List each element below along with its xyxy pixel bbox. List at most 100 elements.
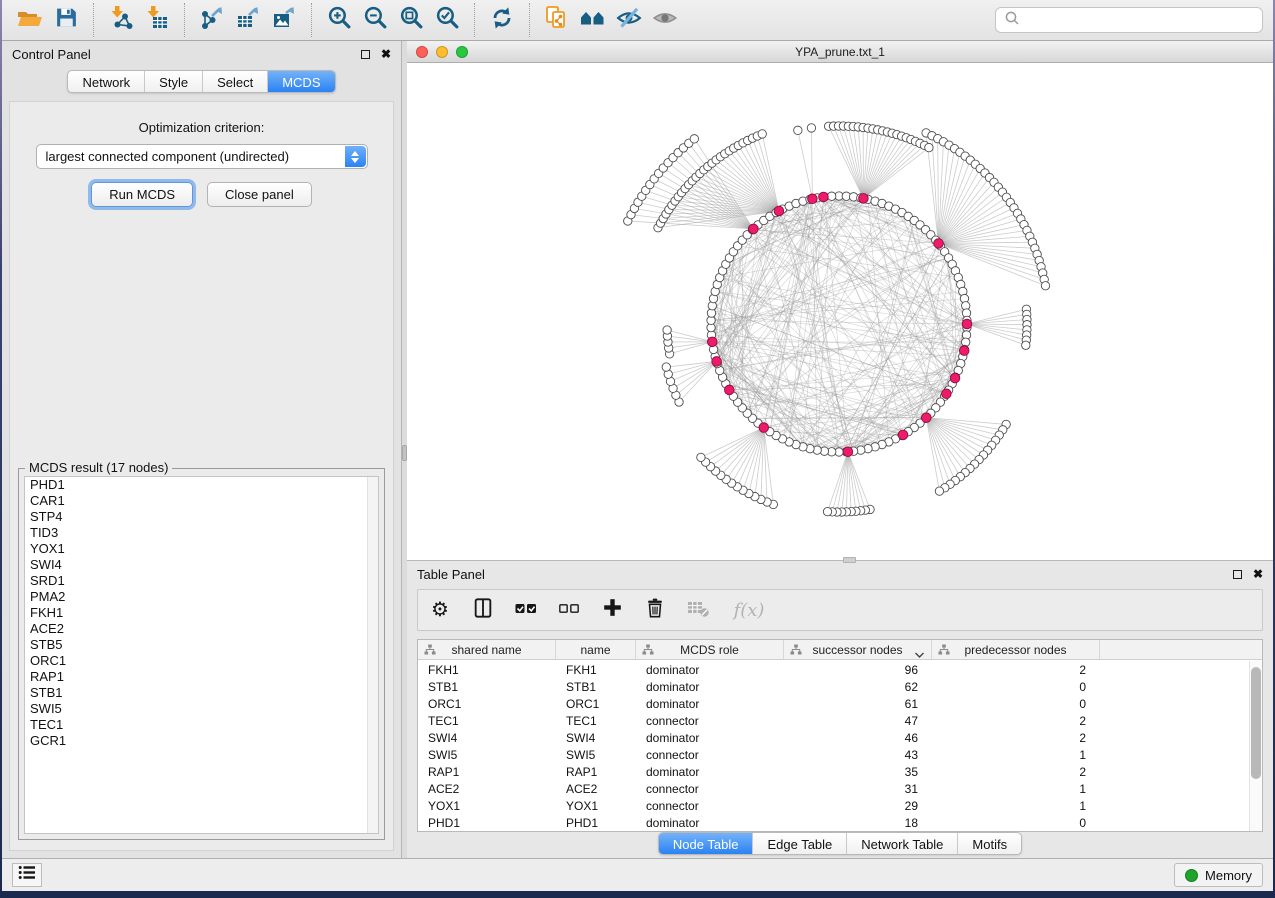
column-header-successor-nodes[interactable]: successor nodes — [784, 640, 932, 659]
table-cell[interactable]: FKH1 — [556, 663, 636, 677]
table-cell[interactable]: 1 — [932, 799, 1100, 813]
table-cell[interactable]: YOX1 — [556, 799, 636, 813]
table-options-button[interactable]: ⚙ — [428, 598, 452, 622]
show-all-button[interactable] — [647, 3, 683, 37]
table-cell[interactable]: dominator — [636, 680, 784, 694]
table-cell[interactable]: RAP1 — [418, 765, 556, 779]
export-image-button[interactable] — [266, 3, 302, 37]
table-cell[interactable]: FKH1 — [418, 663, 556, 677]
table-cell[interactable]: 96 — [784, 663, 932, 677]
criterion-select[interactable]: largest connected component (undirected) — [36, 144, 368, 169]
network-canvas[interactable] — [407, 64, 1273, 560]
search-field[interactable] — [995, 7, 1263, 33]
mcds-node-item[interactable]: PHD1 — [25, 477, 378, 493]
table-cell[interactable]: 46 — [784, 731, 932, 745]
column-header-predecessor-nodes[interactable]: predecessor nodes — [932, 640, 1100, 659]
mcds-node-item[interactable]: RAP1 — [25, 669, 378, 685]
float-panel-icon[interactable] — [1233, 570, 1242, 579]
result-list-scrollbar[interactable] — [367, 477, 378, 833]
table-row[interactable]: STB1STB1dominator620 — [418, 678, 1249, 695]
table-cell[interactable]: 1 — [932, 748, 1100, 762]
tab-motifs[interactable]: Motifs — [957, 833, 1021, 854]
table-cell[interactable]: PHD1 — [556, 816, 636, 830]
show-panels-button[interactable] — [12, 863, 42, 887]
table-cell[interactable]: STB1 — [556, 680, 636, 694]
table-cell[interactable]: PHD1 — [418, 816, 556, 830]
table-cell[interactable]: SWI5 — [418, 748, 556, 762]
mcds-node-item[interactable]: SWI5 — [25, 701, 378, 717]
close-window-icon[interactable] — [416, 46, 428, 58]
tab-select[interactable]: Select — [202, 71, 267, 92]
table-cell[interactable]: 18 — [784, 816, 932, 830]
table-cell[interactable]: ORC1 — [418, 697, 556, 711]
table-cell[interactable]: dominator — [636, 731, 784, 745]
table-cell[interactable]: 29 — [784, 799, 932, 813]
maximize-window-icon[interactable] — [456, 46, 468, 58]
table-cell[interactable]: TEC1 — [418, 714, 556, 728]
table-cell[interactable]: ORC1 — [556, 697, 636, 711]
table-cell[interactable]: connector — [636, 799, 784, 813]
table-row[interactable]: SWI5SWI5connector431 — [418, 746, 1249, 763]
search-input[interactable] — [1026, 13, 1254, 28]
zoom-selected-button[interactable] — [429, 3, 465, 37]
memory-button[interactable]: Memory — [1174, 863, 1263, 887]
close-panel-icon[interactable]: ✖ — [381, 48, 391, 60]
table-row[interactable]: TEC1TEC1connector472 — [418, 712, 1249, 729]
table-cell[interactable]: 2 — [932, 765, 1100, 779]
table-cell[interactable]: 43 — [784, 748, 932, 762]
mcds-node-item[interactable]: STB5 — [25, 637, 378, 653]
tab-mcds[interactable]: MCDS — [267, 71, 334, 92]
table-row[interactable]: PHD1PHD1dominator180 — [418, 814, 1249, 831]
table-cell[interactable]: 0 — [932, 680, 1100, 694]
table-cell[interactable]: 2 — [932, 731, 1100, 745]
table-row[interactable]: ACE2ACE2connector311 — [418, 780, 1249, 797]
table-cell[interactable]: dominator — [636, 663, 784, 677]
table-scrollbar[interactable] — [1249, 661, 1262, 831]
tab-edge-table[interactable]: Edge Table — [752, 833, 846, 854]
import-table-button[interactable] — [139, 3, 175, 37]
scrollbar-thumb[interactable] — [1251, 667, 1261, 779]
table-cell[interactable]: TEC1 — [556, 714, 636, 728]
open-session-button[interactable] — [12, 3, 48, 37]
column-view-button[interactable] — [471, 598, 495, 622]
table-cell[interactable]: 35 — [784, 765, 932, 779]
table-cell[interactable]: ACE2 — [418, 782, 556, 796]
first-neighbors-button[interactable] — [575, 3, 611, 37]
table-cell[interactable]: dominator — [636, 816, 784, 830]
table-cell[interactable]: 31 — [784, 782, 932, 796]
zoom-out-button[interactable] — [357, 3, 393, 37]
hide-selected-button[interactable] — [611, 3, 647, 37]
table-row[interactable]: YOX1YOX1connector291 — [418, 797, 1249, 814]
table-cell[interactable]: 1 — [932, 782, 1100, 796]
table-cell[interactable]: 0 — [932, 697, 1100, 711]
save-session-button[interactable] — [48, 3, 84, 37]
delete-column-button[interactable] — [643, 598, 667, 622]
mcds-node-item[interactable]: YOX1 — [25, 541, 378, 557]
table-cell[interactable]: 61 — [784, 697, 932, 711]
table-cell[interactable]: YOX1 — [418, 799, 556, 813]
mcds-node-item[interactable]: SRD1 — [25, 573, 378, 589]
mcds-node-item[interactable]: FKH1 — [25, 605, 378, 621]
export-network-button[interactable] — [194, 3, 230, 37]
close-panel-icon[interactable]: ✖ — [1253, 568, 1263, 580]
delete-table-button[interactable] — [686, 598, 710, 622]
mcds-node-item[interactable]: ORC1 — [25, 653, 378, 669]
table-cell[interactable]: ACE2 — [556, 782, 636, 796]
deselect-all-button[interactable] — [557, 598, 581, 622]
table-row[interactable]: ORC1ORC1dominator610 — [418, 695, 1249, 712]
add-column-button[interactable] — [600, 598, 624, 622]
zoom-in-button[interactable] — [321, 3, 357, 37]
table-row[interactable]: RAP1RAP1dominator352 — [418, 763, 1249, 780]
mcds-node-item[interactable]: PMA2 — [25, 589, 378, 605]
mcds-node-item[interactable]: STP4 — [25, 509, 378, 525]
table-cell[interactable]: SWI5 — [556, 748, 636, 762]
mcds-node-item[interactable]: SWI4 — [25, 557, 378, 573]
minimize-window-icon[interactable] — [436, 46, 448, 58]
close-panel-button[interactable]: Close panel — [207, 182, 312, 207]
table-cell[interactable]: 2 — [932, 714, 1100, 728]
network-from-selection-button[interactable] — [539, 3, 575, 37]
table-cell[interactable]: SWI4 — [418, 731, 556, 745]
table-row[interactable]: SWI4SWI4dominator462 — [418, 729, 1249, 746]
float-panel-icon[interactable] — [361, 50, 370, 59]
tab-network[interactable]: Network — [68, 71, 144, 92]
